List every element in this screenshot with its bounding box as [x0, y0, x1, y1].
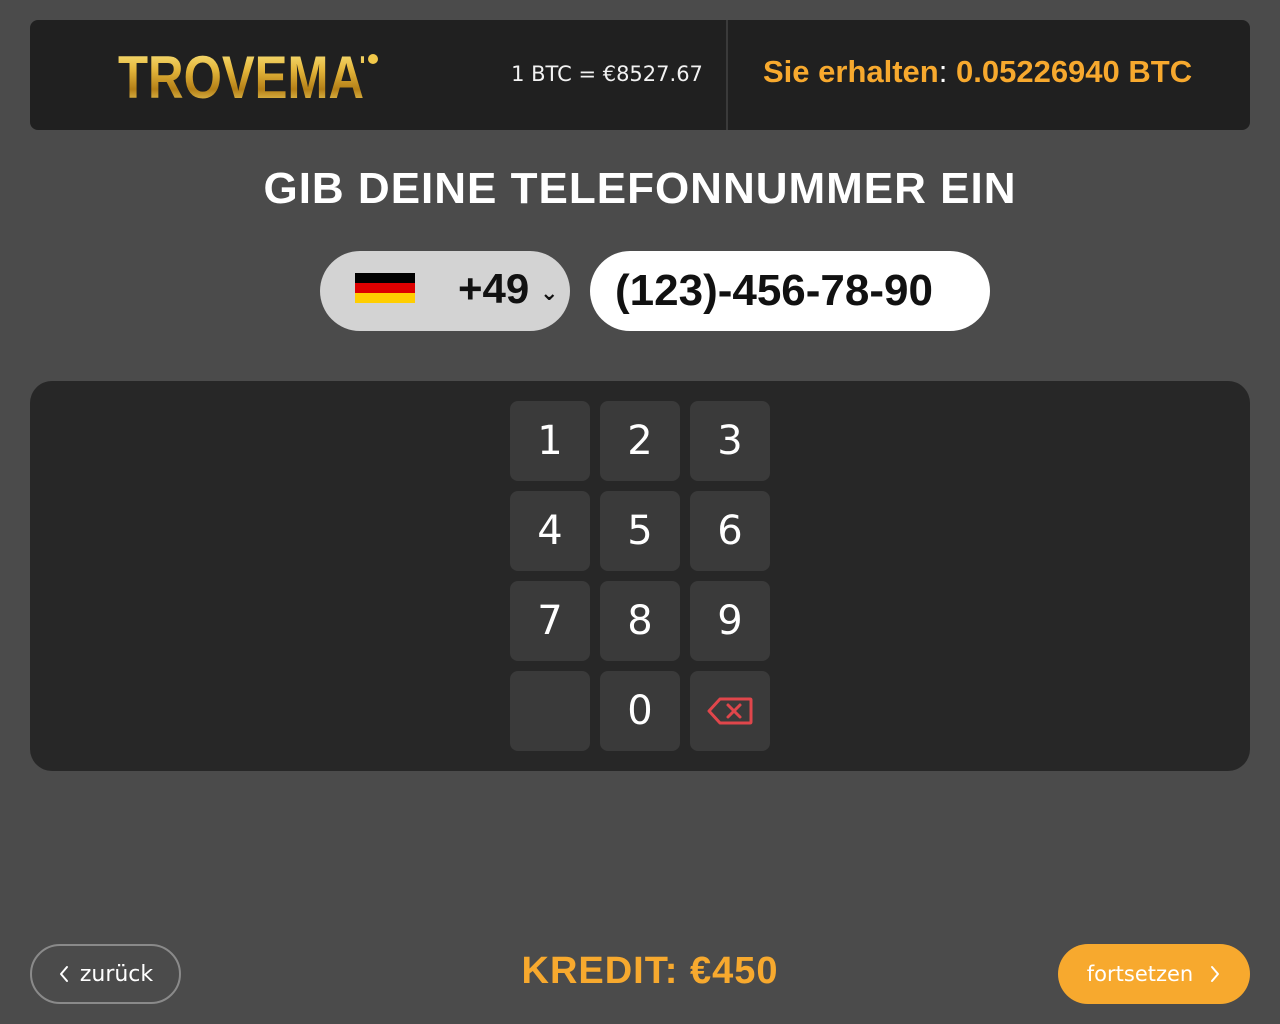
receive-label: Sie erhalten [763, 54, 939, 89]
country-code-select[interactable]: +49 ⌄ [320, 251, 570, 331]
key-8[interactable]: 8 [600, 581, 680, 661]
phone-number-input[interactable] [590, 251, 990, 331]
chevron-right-icon [1211, 966, 1220, 982]
logo-dot [368, 54, 378, 64]
backspace-button[interactable] [690, 671, 770, 751]
key-0[interactable]: 0 [600, 671, 680, 751]
chevron-down-icon: ⌄ [540, 281, 559, 306]
exchange-rate: 1 BTC = €8527.67 [511, 62, 703, 86]
keypad-panel: 1 2 3 4 5 6 7 8 9 0 [30, 381, 1250, 771]
receive-value: 0.05226940 BTC [956, 54, 1193, 89]
trovemat-logo: TROVEMAT [118, 44, 418, 111]
receive-amount: Sie erhalten: 0.05226940 BTC [763, 54, 1192, 90]
screen: TROVEMAT 1 BTC = €8527.67 Sie erhalten: … [0, 0, 1280, 1024]
key-6[interactable]: 6 [690, 491, 770, 571]
key-1[interactable]: 1 [510, 401, 590, 481]
header-divider [726, 20, 728, 130]
country-code-value: +49 [458, 265, 530, 312]
key-5[interactable]: 5 [600, 491, 680, 571]
germany-flag-icon [355, 273, 415, 303]
key-4[interactable]: 4 [510, 491, 590, 571]
key-2[interactable]: 2 [600, 401, 680, 481]
key-blank [510, 671, 590, 751]
key-7[interactable]: 7 [510, 581, 590, 661]
key-3[interactable]: 3 [690, 401, 770, 481]
continue-label: fortsetzen [1086, 962, 1194, 986]
receive-colon: : [938, 54, 948, 89]
logo-text: TROVEMAT [118, 44, 391, 111]
continue-button[interactable]: fortsetzen [1058, 944, 1250, 1004]
key-9[interactable]: 9 [690, 581, 770, 661]
backspace-icon [707, 697, 753, 725]
page-title: GIB DEINE TELEFONNUMMER EIN [263, 164, 1017, 213]
header-bar: TROVEMAT 1 BTC = €8527.67 Sie erhalten: … [30, 20, 1250, 130]
